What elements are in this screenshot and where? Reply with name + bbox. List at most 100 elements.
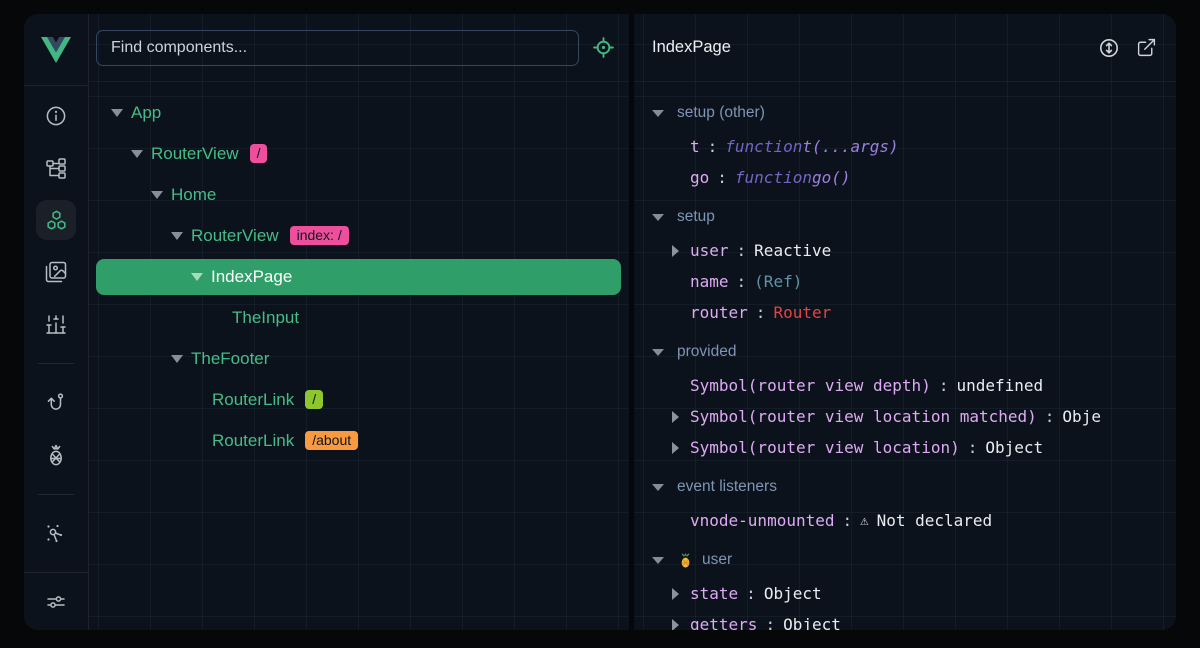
details-header: IndexPage (634, 14, 1176, 82)
expand-toggle-icon[interactable] (191, 273, 203, 281)
key-value-separator: : (843, 511, 853, 530)
route-badge: index: / (290, 226, 349, 245)
sidebar-item-assets[interactable] (24, 246, 88, 298)
section-header-setup[interactable]: setup (652, 199, 1176, 235)
section-header-event-listeners[interactable]: event listeners (652, 469, 1176, 505)
sidebar-item-info[interactable] (24, 90, 88, 142)
section-label: user (702, 551, 732, 569)
state-row-vnode-unmounted: vnode-unmounted:⚠Not declared (652, 505, 1176, 536)
expand-toggle-icon[interactable] (151, 191, 163, 199)
sidebar-item-components[interactable] (24, 194, 88, 246)
section-collapse-icon (652, 349, 664, 356)
expand-value-icon[interactable] (672, 245, 679, 257)
sidebar-item-settings[interactable] (24, 572, 88, 630)
tree-node-thefooter[interactable]: TheFooter (89, 338, 629, 379)
sidebar-item-pinia[interactable] (24, 429, 88, 481)
expand-toggle-icon[interactable] (111, 109, 123, 117)
state-key: Symbol(router view depth) (690, 376, 931, 395)
key-value-separator: : (939, 376, 949, 395)
key-value-separator: : (765, 615, 775, 630)
tree-node-routerview[interactable]: RouterViewindex: / (89, 215, 629, 256)
tree-node-indexpage[interactable]: IndexPage (96, 259, 621, 295)
pinia-store-icon (677, 552, 694, 569)
tree-node-label: TheFooter (191, 349, 269, 369)
tree-node-label: RouterLink (212, 431, 294, 451)
state-value: Object (985, 438, 1043, 457)
section-header-user[interactable]: user (652, 542, 1176, 578)
section-collapse-icon (652, 214, 664, 221)
tree-node-label: RouterLink (212, 390, 294, 410)
state-row-user: user: Reactive (652, 235, 1176, 266)
section-header-provided[interactable]: provided (652, 334, 1176, 370)
state-value: Object (783, 615, 841, 630)
sidebar-item-router[interactable] (24, 377, 88, 429)
tree-node-app[interactable]: App (89, 92, 629, 133)
expand-toggle-icon[interactable] (171, 232, 183, 240)
vue-logo-icon (41, 37, 71, 63)
sidebar-divider (38, 494, 74, 495)
state-value: Reactive (754, 241, 831, 260)
route-badge: /about (305, 431, 358, 450)
function-keyword: function (725, 137, 802, 156)
images-icon (44, 260, 68, 284)
inspect-component-button[interactable] (592, 36, 615, 59)
expand-value-icon[interactable] (672, 442, 679, 454)
function-keyword: function (735, 168, 812, 187)
state-value: Not declared (877, 511, 993, 530)
mixer-icon (44, 312, 68, 336)
expand-toggle-icon[interactable] (131, 150, 143, 158)
state-key: state (690, 584, 738, 603)
key-value-separator: : (968, 438, 978, 457)
state-row-router: router:Router (652, 297, 1176, 328)
target-icon (592, 36, 615, 59)
section-header-setup-other-[interactable]: setup (other) (652, 95, 1176, 131)
sidebar-item-hierarchy[interactable] (24, 142, 88, 194)
search-bar (89, 14, 629, 82)
key-value-separator: : (717, 168, 727, 187)
component-tree-panel: AppRouterView/HomeRouterViewindex: /Inde… (89, 14, 629, 630)
key-value-separator: : (1045, 407, 1055, 426)
vue-logo (24, 14, 88, 86)
expand-value-icon[interactable] (672, 619, 679, 631)
section-collapse-icon (652, 557, 664, 564)
external-link-icon (1136, 37, 1157, 58)
function-signature: t(...args) (802, 137, 898, 156)
settings-sliders-icon (44, 590, 68, 614)
state-row-name: name: (Ref) (652, 266, 1176, 297)
tree-node-routerview[interactable]: RouterView/ (89, 133, 629, 174)
open-in-editor-button[interactable] (1136, 37, 1157, 58)
section-collapse-icon (652, 484, 664, 491)
key-value-separator: : (737, 241, 747, 260)
state-key: t (690, 137, 700, 156)
sidebar-divider (38, 363, 74, 364)
state-key: go (690, 168, 709, 187)
tree-node-label: IndexPage (211, 267, 292, 287)
state-key: Symbol(router view location matched) (690, 407, 1037, 426)
tree-node-theinput[interactable]: TheInput (89, 297, 629, 338)
state-key: getters (690, 615, 757, 630)
sidebar-item-graph[interactable] (24, 508, 88, 560)
state-row-state: state:Object (652, 578, 1176, 609)
state-row-go: go:function go() (652, 162, 1176, 193)
section-label: setup (other) (677, 104, 765, 122)
scroll-to-component-button[interactable] (1098, 37, 1120, 59)
tree-node-home[interactable]: Home (89, 174, 629, 215)
expand-toggle-icon[interactable] (171, 355, 183, 363)
scroll-to-component-icon (1098, 37, 1120, 59)
state-key: user (690, 241, 729, 260)
sidebar-item-timeline[interactable] (24, 298, 88, 350)
tree-node-routerlink[interactable]: RouterLink/ (89, 379, 629, 420)
state-value: (Ref) (754, 272, 802, 291)
tree-node-label: RouterView (151, 144, 239, 164)
key-value-separator: : (737, 272, 747, 291)
pineapple-icon (44, 443, 68, 467)
search-input[interactable] (96, 30, 579, 66)
expand-value-icon[interactable] (672, 411, 679, 423)
tree-node-routerlink[interactable]: RouterLink/about (89, 420, 629, 461)
hierarchy-icon (44, 156, 68, 180)
warning-icon: ⚠ (860, 513, 868, 529)
section-label: event listeners (677, 478, 777, 496)
state-row-t: t:function t(...args) (652, 131, 1176, 162)
section-collapse-icon (652, 110, 664, 117)
expand-value-icon[interactable] (672, 588, 679, 600)
